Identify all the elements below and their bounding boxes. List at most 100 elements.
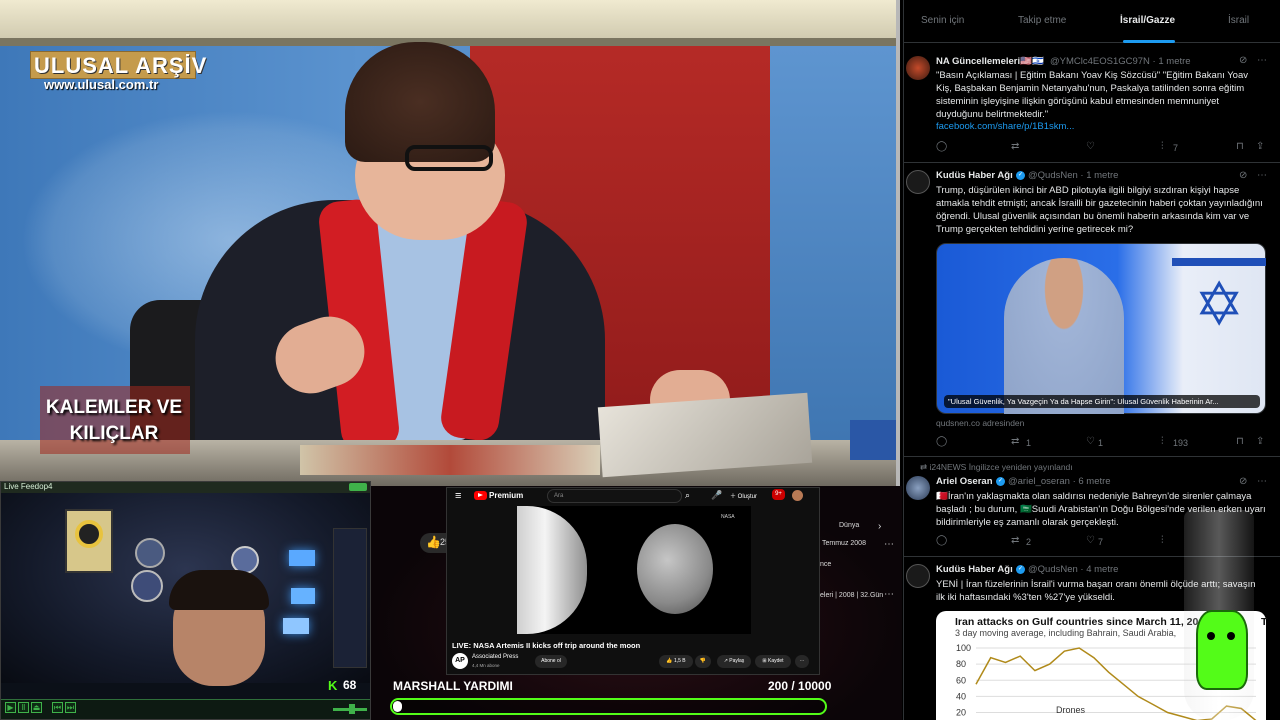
more-options-icon[interactable]: ⋯ <box>1257 170 1267 181</box>
share-label: Paylaş <box>729 658 745 664</box>
share-icon[interactable]: ⇪ <box>1256 141 1264 152</box>
tweet-image-person <box>1004 258 1124 414</box>
pause-icon[interactable]: Ⅱ <box>18 702 29 713</box>
link-card-title[interactable]: "Ulusal Güvenlik, Ya Vazgeçin Ya da Haps… <box>944 395 1260 408</box>
share-icon[interactable]: ⇪ <box>1256 436 1264 447</box>
moon <box>637 524 713 614</box>
next-icon[interactable]: ⏭ <box>65 702 76 713</box>
like-icon[interactable]: ♡ <box>1086 535 1095 546</box>
channel-subscribers: 4,4 Mn abone <box>472 663 500 668</box>
views-icon[interactable]: ⫶ <box>1161 535 1164 546</box>
tweet-author-name[interactable]: Ariel Oseran <box>936 476 993 487</box>
youtube-brand[interactable]: Premium <box>489 491 523 500</box>
background-chip[interactable]: Dünya <box>839 522 859 529</box>
grok-icon[interactable]: ⊘ <box>1239 170 1247 181</box>
views-count: 7 <box>1173 143 1179 153</box>
verified-icon: ✓ <box>1016 565 1025 574</box>
reply-icon[interactable]: ◯ <box>936 535 947 546</box>
volume-slider-handle[interactable] <box>349 704 355 714</box>
chart-title: Iran attacks on Gulf countries since Mar… <box>955 616 1199 628</box>
donation-goal-count: 200 / 10000 <box>768 679 832 693</box>
tv-broadcast: ULUSAL ARŞİV www.ulusal.com.tr KALEMLER … <box>0 0 900 486</box>
channel-avatar[interactable]: AP <box>452 653 468 669</box>
retweet-notice[interactable]: ⇄ i24NEWS İngilizce yeniden yayınlandı <box>920 462 1073 473</box>
notifications-badge[interactable]: 9+ <box>772 489 785 500</box>
like-button[interactable]: 👍 1,5 B <box>659 655 693 668</box>
retweet-count: 2 <box>1026 537 1032 547</box>
tweet-author-handle[interactable]: @QudsNen · 4 metre <box>1028 564 1118 575</box>
previous-icon[interactable]: ⏮ <box>52 702 63 713</box>
more-options-icon[interactable]: ⋯ <box>1257 55 1267 66</box>
newspapers <box>300 445 600 475</box>
play-icon[interactable]: ▶ <box>5 702 16 713</box>
bookmark-icon[interactable]: ⊓ <box>1236 141 1244 152</box>
eject-icon[interactable]: ⏏ <box>31 702 42 713</box>
views-icon[interactable]: ⫶ <box>1161 436 1164 447</box>
dislike-button[interactable]: 👎 <box>695 655 711 668</box>
avatar[interactable] <box>906 564 930 588</box>
channel-logo: ULUSAL ARŞİV <box>34 53 208 78</box>
youtube-play-icon <box>478 493 483 497</box>
chart-y-tick-label: 100 <box>956 643 971 653</box>
grok-icon[interactable]: ⊘ <box>1239 476 1247 487</box>
like-icon[interactable]: ♡ <box>1086 141 1095 152</box>
create-button[interactable]: ＋ Oluştur <box>730 491 757 500</box>
microphone-icon[interactable]: 🎤 <box>711 490 722 501</box>
reply-icon[interactable]: ◯ <box>936 141 947 152</box>
presenter-fur-hat <box>345 42 495 162</box>
more-options-icon[interactable]: ⋯ <box>1257 476 1267 487</box>
save-button[interactable]: ⊞ Kaydet <box>755 655 791 668</box>
more-options-icon[interactable]: ⋯ <box>884 539 894 550</box>
window-status-icon[interactable] <box>349 483 367 491</box>
donation-goal-bar <box>390 698 827 715</box>
tweet-author-name[interactable]: Kudüs Haber Ağı <box>936 564 1013 575</box>
save-label: Kaydet <box>768 658 784 664</box>
tab-following[interactable]: Takip etme <box>1018 15 1066 26</box>
reply-icon[interactable]: ◯ <box>936 436 947 447</box>
webcam-titlebar[interactable] <box>1 482 370 493</box>
tweet-author-name[interactable]: Kudüs Haber Ağı <box>936 170 1013 181</box>
tweet-author-name[interactable]: NA Güncellemeleri🇺🇸🇮🇱 <box>936 56 1044 67</box>
tab-for-you[interactable]: Senin için <box>921 15 964 26</box>
retweet-icon[interactable]: ⇄ <box>1011 436 1019 447</box>
retweet-count: 1 <box>1026 438 1032 448</box>
tab-israel-gaza[interactable]: İsrail/Gazze <box>1120 15 1175 26</box>
subscribe-button[interactable]: Abone ol <box>535 655 567 668</box>
wall-badge <box>135 538 165 568</box>
bookmark-icon[interactable]: ⊓ <box>1236 436 1244 447</box>
avatar[interactable] <box>906 56 930 80</box>
avatar[interactable] <box>906 170 930 194</box>
avatar[interactable] <box>906 476 930 500</box>
tab-israel[interactable]: İsrail <box>1228 15 1249 26</box>
search-input[interactable]: Ara <box>547 489 682 503</box>
account-avatar[interactable] <box>792 490 803 501</box>
tweet-author-handle[interactable]: @ariel_oseran · 6 metre <box>1008 476 1111 487</box>
grok-icon[interactable]: ⊘ <box>1239 55 1247 66</box>
background-date-text: Temmuz 2008 <box>822 540 866 547</box>
more-options-icon[interactable]: ⋯ <box>884 589 894 600</box>
webcam-title: Live Feedop4 <box>4 482 53 491</box>
tweet-author-handle[interactable]: @QudsNen · 1 metre <box>1028 170 1118 181</box>
tweet-author-handle[interactable]: @YMClc4EOS1GC97N · 1 metre <box>1050 56 1191 67</box>
share-button[interactable]: ↗ Paylaş <box>717 655 751 668</box>
channel-name[interactable]: Associated Press <box>472 654 518 660</box>
more-options-icon[interactable]: ⋯ <box>795 655 809 668</box>
views-icon[interactable]: ⫶ <box>1161 141 1164 152</box>
chart-y-tick-label: 40 <box>956 691 966 701</box>
kick-logo-icon: K <box>328 678 338 693</box>
retweet-icon[interactable]: ⇄ <box>1011 535 1019 546</box>
chevron-right-icon[interactable]: › <box>878 521 881 532</box>
monitor-screen <box>291 588 315 604</box>
tweet-link[interactable]: facebook.com/share/p/1B1skm... <box>936 121 1074 132</box>
like-icon[interactable]: ♡ <box>1086 436 1095 447</box>
retweet-icon[interactable]: ⇄ <box>1011 141 1019 152</box>
active-tab-indicator <box>1123 40 1175 43</box>
link-card-source[interactable]: qudsnen.co adresinden <box>936 418 1024 428</box>
streamer-hair <box>169 570 269 610</box>
search-icon[interactable]: ⌕ <box>685 490 690 501</box>
wall-badge <box>131 570 163 602</box>
twitter-feed: Senin için Takip etme İsrail/Gazze İsrai… <box>903 0 1280 720</box>
verified-icon: ✓ <box>1016 171 1025 180</box>
kick-mascot <box>1196 610 1248 690</box>
menu-icon[interactable]: ≡ <box>455 490 461 502</box>
